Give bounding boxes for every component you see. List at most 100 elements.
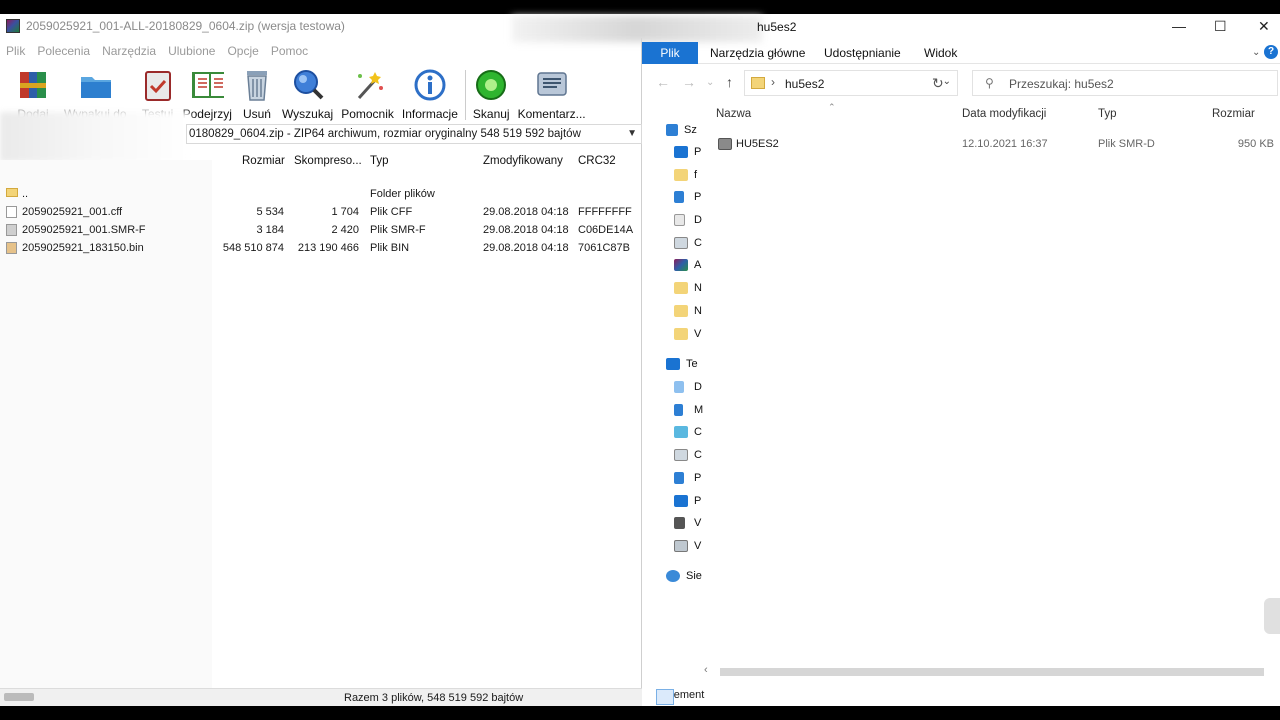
column-name[interactable]: Nazwa bbox=[716, 108, 751, 120]
chevron-down-icon[interactable]: ▼ bbox=[625, 128, 637, 139]
scroll-left-icon[interactable]: ‹ bbox=[704, 664, 708, 676]
recent-chevron-icon[interactable]: ⌄ bbox=[706, 77, 714, 88]
network-icon bbox=[666, 570, 680, 582]
extract-folder-icon bbox=[78, 68, 112, 102]
folder-icon bbox=[674, 305, 688, 317]
winrar-folder-icon bbox=[674, 259, 688, 271]
nav-item[interactable]: P bbox=[674, 493, 702, 509]
column-size[interactable]: Rozmiar bbox=[1212, 108, 1255, 120]
tab-share[interactable]: Udostępnianie bbox=[824, 42, 901, 64]
comment-button[interactable]: Komentarz... bbox=[514, 66, 590, 128]
nav-item[interactable]: M bbox=[674, 402, 703, 418]
desktop-icon bbox=[674, 146, 688, 158]
nav-this-pc[interactable]: Te bbox=[666, 356, 698, 372]
blurred-region bbox=[512, 16, 762, 42]
scrollbar-thumb[interactable] bbox=[720, 668, 1264, 676]
find-button[interactable]: Wyszukaj bbox=[278, 66, 337, 128]
column-type[interactable]: Typ bbox=[1098, 108, 1117, 120]
search-placeholder: Przeszukaj: hu5es2 bbox=[1009, 77, 1114, 91]
nav-item[interactable]: A bbox=[674, 257, 702, 273]
nav-item[interactable]: C bbox=[674, 424, 702, 440]
folder-icon bbox=[674, 328, 688, 340]
column-packed[interactable]: Skompreso... bbox=[294, 150, 362, 172]
table-row[interactable]: 2059025921_001.cff 5 534 1 704 Plik CFF … bbox=[0, 204, 642, 222]
info-button[interactable]: Informacje bbox=[398, 66, 462, 128]
tab-view[interactable]: Widok bbox=[924, 42, 957, 64]
column-modified[interactable]: Zmodyfikowany bbox=[483, 150, 563, 172]
search-input[interactable]: ⚲ Przeszukaj: hu5es2 bbox=[972, 70, 1278, 96]
winrar-menubar: Plik Polecenia Narzędzia Ulubione Opcje … bbox=[0, 42, 314, 60]
nav-item[interactable]: V bbox=[674, 515, 702, 531]
maximize-icon[interactable]: ☐ bbox=[1214, 18, 1227, 35]
column-type[interactable]: Typ bbox=[370, 150, 389, 172]
menu-opcje[interactable]: Opcje bbox=[221, 44, 264, 58]
address-bar[interactable]: › hu5es2 ⌄ bbox=[744, 70, 958, 96]
column-crc[interactable]: CRC32 bbox=[578, 150, 616, 172]
search-icon: ⚲ bbox=[985, 76, 994, 90]
navigation-pane: Sz P f P D C A N N V Te D M C C P P V V … bbox=[642, 116, 703, 676]
nav-item[interactable]: C bbox=[674, 447, 702, 463]
back-arrow-icon[interactable]: ← bbox=[656, 74, 670, 90]
menu-ulubione[interactable]: Ulubione bbox=[162, 44, 221, 58]
refresh-icon[interactable]: ↻ bbox=[932, 75, 944, 92]
info-icon bbox=[413, 68, 447, 102]
test-clipboard-icon bbox=[141, 68, 175, 102]
winrar-app-icon bbox=[6, 19, 20, 33]
menu-polecenia[interactable]: Polecenia bbox=[31, 44, 96, 58]
scan-button[interactable]: Skanuj bbox=[469, 66, 514, 128]
cube-icon bbox=[674, 426, 688, 438]
column-modified[interactable]: Data modyfikacji bbox=[962, 108, 1046, 120]
download-icon bbox=[674, 472, 684, 484]
add-archive-icon bbox=[16, 68, 50, 102]
close-icon[interactable]: ✕ bbox=[1258, 18, 1270, 35]
tab-home[interactable]: Narzędzia główne bbox=[710, 42, 805, 64]
table-row-parent[interactable]: .. Folder plików bbox=[0, 186, 642, 204]
address-text: hu5es2 bbox=[785, 77, 825, 91]
wizard-button[interactable]: Pomocnik bbox=[337, 66, 398, 128]
help-icon[interactable]: ? bbox=[1264, 45, 1278, 59]
nav-item[interactable]: P bbox=[674, 189, 702, 205]
menu-plik[interactable]: Plik bbox=[0, 44, 31, 58]
explorer-window: hu5es2 — ☐ ✕ Plik Narzędzia główne Udost… bbox=[512, 14, 1280, 706]
nav-item[interactable]: N bbox=[674, 303, 702, 319]
star-icon bbox=[666, 124, 678, 136]
nav-item[interactable]: P bbox=[674, 470, 702, 486]
nav-item[interactable]: D bbox=[674, 379, 702, 395]
nav-item[interactable]: P bbox=[674, 144, 702, 160]
side-handle[interactable] bbox=[1264, 598, 1280, 634]
picture-icon bbox=[674, 449, 688, 461]
table-row[interactable]: 2059025921_183150.bin 548 510 874 213 19… bbox=[0, 240, 642, 258]
nav-item[interactable]: N bbox=[674, 280, 702, 296]
chevron-down-icon[interactable]: ⌄ bbox=[943, 76, 951, 87]
up-arrow-icon[interactable]: ↑ bbox=[726, 74, 733, 90]
nav-item[interactable]: V bbox=[674, 326, 702, 342]
horizontal-scrollbar[interactable]: ‹ bbox=[702, 664, 1280, 680]
view-book-icon bbox=[190, 68, 225, 102]
nav-item[interactable]: V bbox=[674, 538, 702, 554]
minimize-icon[interactable]: — bbox=[1172, 18, 1186, 34]
tab-plik[interactable]: Plik bbox=[642, 42, 698, 64]
archive-path-bar[interactable]: 0180829_0604.zip - ZIP64 archiwum, rozmi… bbox=[186, 124, 642, 144]
video-icon bbox=[674, 517, 685, 529]
details-view-icon[interactable] bbox=[656, 689, 674, 705]
folder-icon bbox=[6, 188, 18, 197]
document-icon bbox=[674, 214, 685, 226]
list-item[interactable]: HU5ES2 12.10.2021 16:37 Plik SMR-D 950 K… bbox=[702, 134, 1280, 154]
drive-icon bbox=[4, 693, 34, 701]
menu-narzedzia[interactable]: Narzędzia bbox=[96, 44, 162, 58]
ribbon-expand-icon[interactable]: ⌄ bbox=[1252, 42, 1260, 64]
explorer-statusbar: 1 element bbox=[642, 684, 1280, 706]
desktop: 2059025921_001-ALL-20180829_0604.zip (we… bbox=[0, 0, 1280, 720]
nav-item[interactable]: C bbox=[674, 235, 702, 251]
table-row[interactable]: 2059025921_001.SMR-F 3 184 2 420 Plik SM… bbox=[0, 222, 642, 240]
nav-item[interactable]: D bbox=[674, 212, 702, 228]
nav-network[interactable]: Sie bbox=[666, 568, 702, 584]
nav-quick-access[interactable]: Sz bbox=[666, 122, 697, 138]
nav-item[interactable]: f bbox=[674, 167, 702, 183]
explorer-titlebar: hu5es2 — ☐ ✕ bbox=[512, 14, 1280, 42]
forward-arrow-icon[interactable]: → bbox=[682, 74, 696, 90]
wizard-wand-icon bbox=[351, 68, 385, 102]
delete-button[interactable]: Usuń bbox=[236, 66, 278, 128]
column-size[interactable]: Rozmiar bbox=[242, 150, 285, 172]
menu-pomoc[interactable]: Pomoc bbox=[265, 44, 314, 58]
